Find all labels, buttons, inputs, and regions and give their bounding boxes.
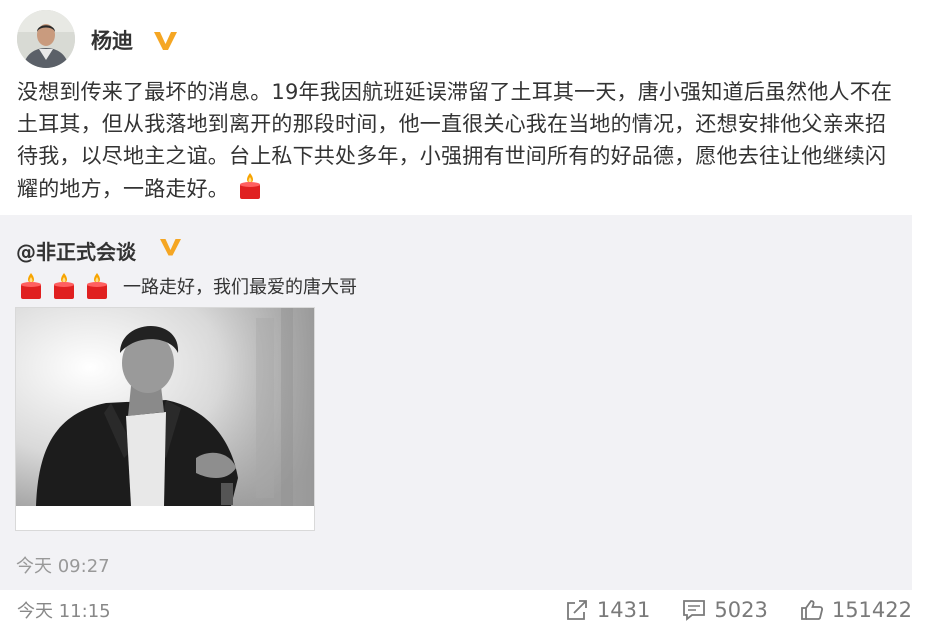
repost-photo[interactable]	[16, 308, 314, 506]
avatar-image	[17, 10, 75, 68]
candle-icon	[240, 173, 260, 199]
repost-text-row: 一路走好，我们最爱的唐大哥	[16, 271, 357, 301]
author-name[interactable]: 杨迪	[91, 27, 133, 55]
comment-icon	[683, 600, 706, 621]
verified-badge-icon	[154, 32, 177, 50]
comment-button[interactable]: 5023	[682, 598, 768, 622]
repost-count: 1431	[596, 598, 651, 622]
share-icon	[567, 600, 587, 620]
repost-card[interactable]: @非正式会谈 一路走好，我们最爱的唐大哥 今天 09:27	[0, 215, 912, 590]
repost-image-frame[interactable]	[15, 307, 315, 531]
comment-count: 5023	[714, 598, 768, 622]
post-body: 没想到传来了最坏的消息。19年我因航班延误滞留了土耳其一天，唐小强知道后虽然他人…	[17, 80, 893, 201]
action-bar: 1431 5023 151422	[533, 598, 912, 622]
repost-timestamp: 今天 09:27	[16, 556, 110, 577]
candle-icon	[87, 273, 107, 299]
repost-author[interactable]: @非正式会谈	[16, 236, 136, 265]
like-icon	[800, 600, 823, 620]
like-count: 151422	[831, 598, 912, 622]
like-button[interactable]: 151422	[800, 598, 912, 622]
avatar[interactable]	[17, 10, 75, 68]
candle-icon	[21, 273, 41, 299]
photo-illustration	[16, 308, 314, 506]
repost-button[interactable]: 1431	[565, 598, 650, 622]
post-timestamp: 今天 11:15	[17, 601, 111, 622]
repost-text: 一路走好，我们最爱的唐大哥	[123, 277, 357, 298]
post-text: 没想到传来了最坏的消息。19年我因航班延误滞留了土耳其一天，唐小强知道后虽然他人…	[17, 76, 897, 205]
candle-icon	[54, 273, 74, 299]
verified-badge-icon	[160, 239, 181, 256]
